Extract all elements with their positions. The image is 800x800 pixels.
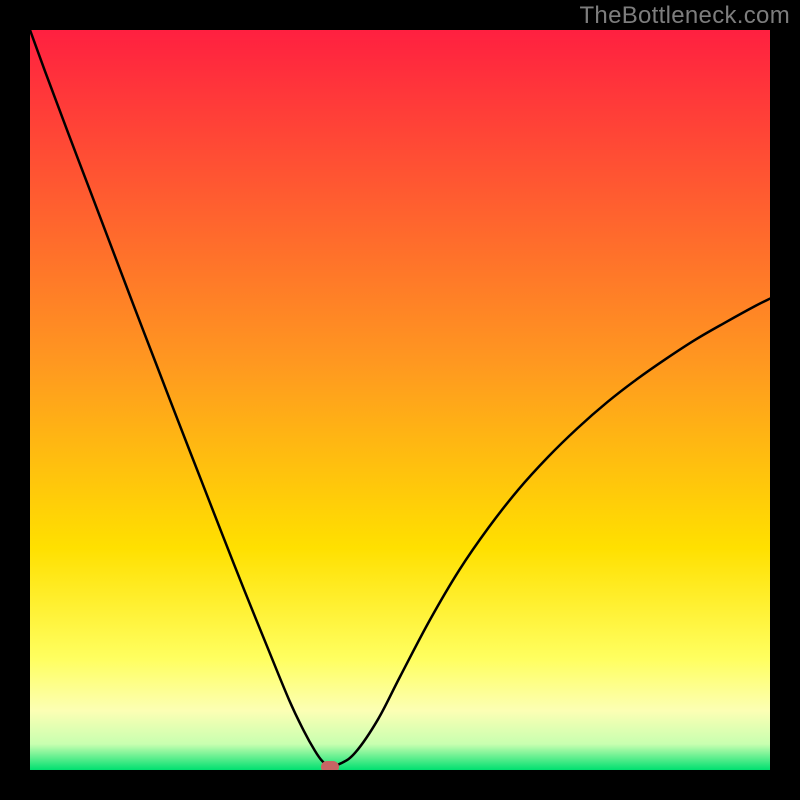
gradient-rect: [30, 30, 770, 770]
watermark-text: TheBottleneck.com: [579, 2, 790, 30]
chart-svg: [30, 30, 770, 770]
plot-area: [30, 30, 770, 770]
chart-frame: TheBottleneck.com: [0, 0, 800, 800]
